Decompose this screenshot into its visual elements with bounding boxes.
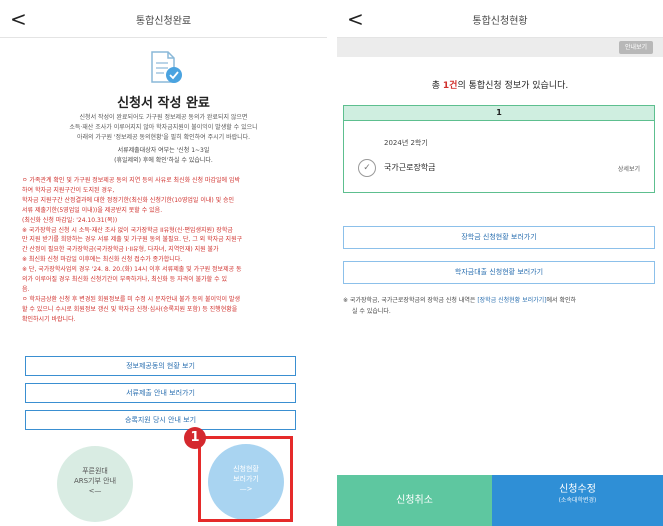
card-index: 1: [344, 106, 654, 121]
check-icon: ✓: [358, 159, 376, 177]
ars-guide-button[interactable]: 푸른원대 ARS기부 안내 <—: [57, 446, 133, 522]
document-submission-notice: 서류제출대상자 여부는 '신청 1~3일 (휴일제외) 후에 확인'하실 수 있…: [114, 147, 213, 164]
header: < 통합신청현황: [337, 0, 663, 38]
support-guide-button[interactable]: 승록지원 당시 안내 보기: [25, 410, 296, 430]
edit-application-button[interactable]: 신청수정 (소속대학변경): [492, 475, 663, 526]
cancel-application-button[interactable]: 신청취소: [337, 475, 492, 526]
detail-link[interactable]: 상세보기: [618, 164, 640, 173]
guide-button[interactable]: 안내보기: [619, 41, 653, 54]
consent-status-button[interactable]: 정보제공동의 현황 보기: [25, 356, 296, 376]
scholarship-note: ※ 국가장학금, 국가근로장학금의 장학금 신청 내역은 [장학금 신청현황 보…: [343, 297, 577, 315]
document-check-icon: [151, 51, 182, 83]
panel-divider: [327, 0, 337, 526]
document-guide-button[interactable]: 서류제출 안내 보러가기: [25, 383, 296, 403]
scholarship-name: 국가근로장학금: [384, 163, 436, 172]
application-count: 총 1건의 통합신청 정보가 있습니다.: [431, 81, 569, 91]
complete-title: 신청서 작성 완료: [117, 96, 210, 111]
page-title: 통합신청현황: [472, 16, 528, 27]
loan-status-button[interactable]: 학자금대출 신청현황 보러가기: [343, 261, 655, 284]
application-status-screen: < 통합신청현황 안내보기 총 1건의 통합신청 정보가 있습니다. 1 202…: [337, 0, 663, 526]
application-card: 1 2024년 2학기 ✓ 국가근로장학금 상세보기: [343, 105, 655, 193]
warning-notes: ㅇ 가족관계 확인 및 가구원 정보제공 동의 지연 등의 사유로 최신화 신청…: [22, 177, 243, 323]
complete-description: 신청서 작성이 완료되어도 가구원 정보제공 동의가 완료되지 않으면 소득·재…: [69, 114, 258, 141]
highlight-box: [198, 436, 293, 522]
application-complete-screen: < 통합신청완료 신청서 작성 완료 신청서 작성이 완료되어도 가구원 정보제…: [0, 0, 327, 526]
card-semester: 2024년 2학기: [384, 139, 428, 147]
arrow-left-icon: <—: [88, 487, 102, 495]
scholarship-status-button[interactable]: 장학금 신청현황 보러가기: [343, 226, 655, 249]
step-badge: 1: [184, 427, 206, 449]
header: < 통합신청완료: [0, 0, 327, 38]
page-title: 통합신청완료: [135, 16, 192, 27]
note-link[interactable]: [장학금 신청현황 보러가기]: [477, 297, 546, 304]
toolbar: 안내보기: [337, 38, 663, 57]
